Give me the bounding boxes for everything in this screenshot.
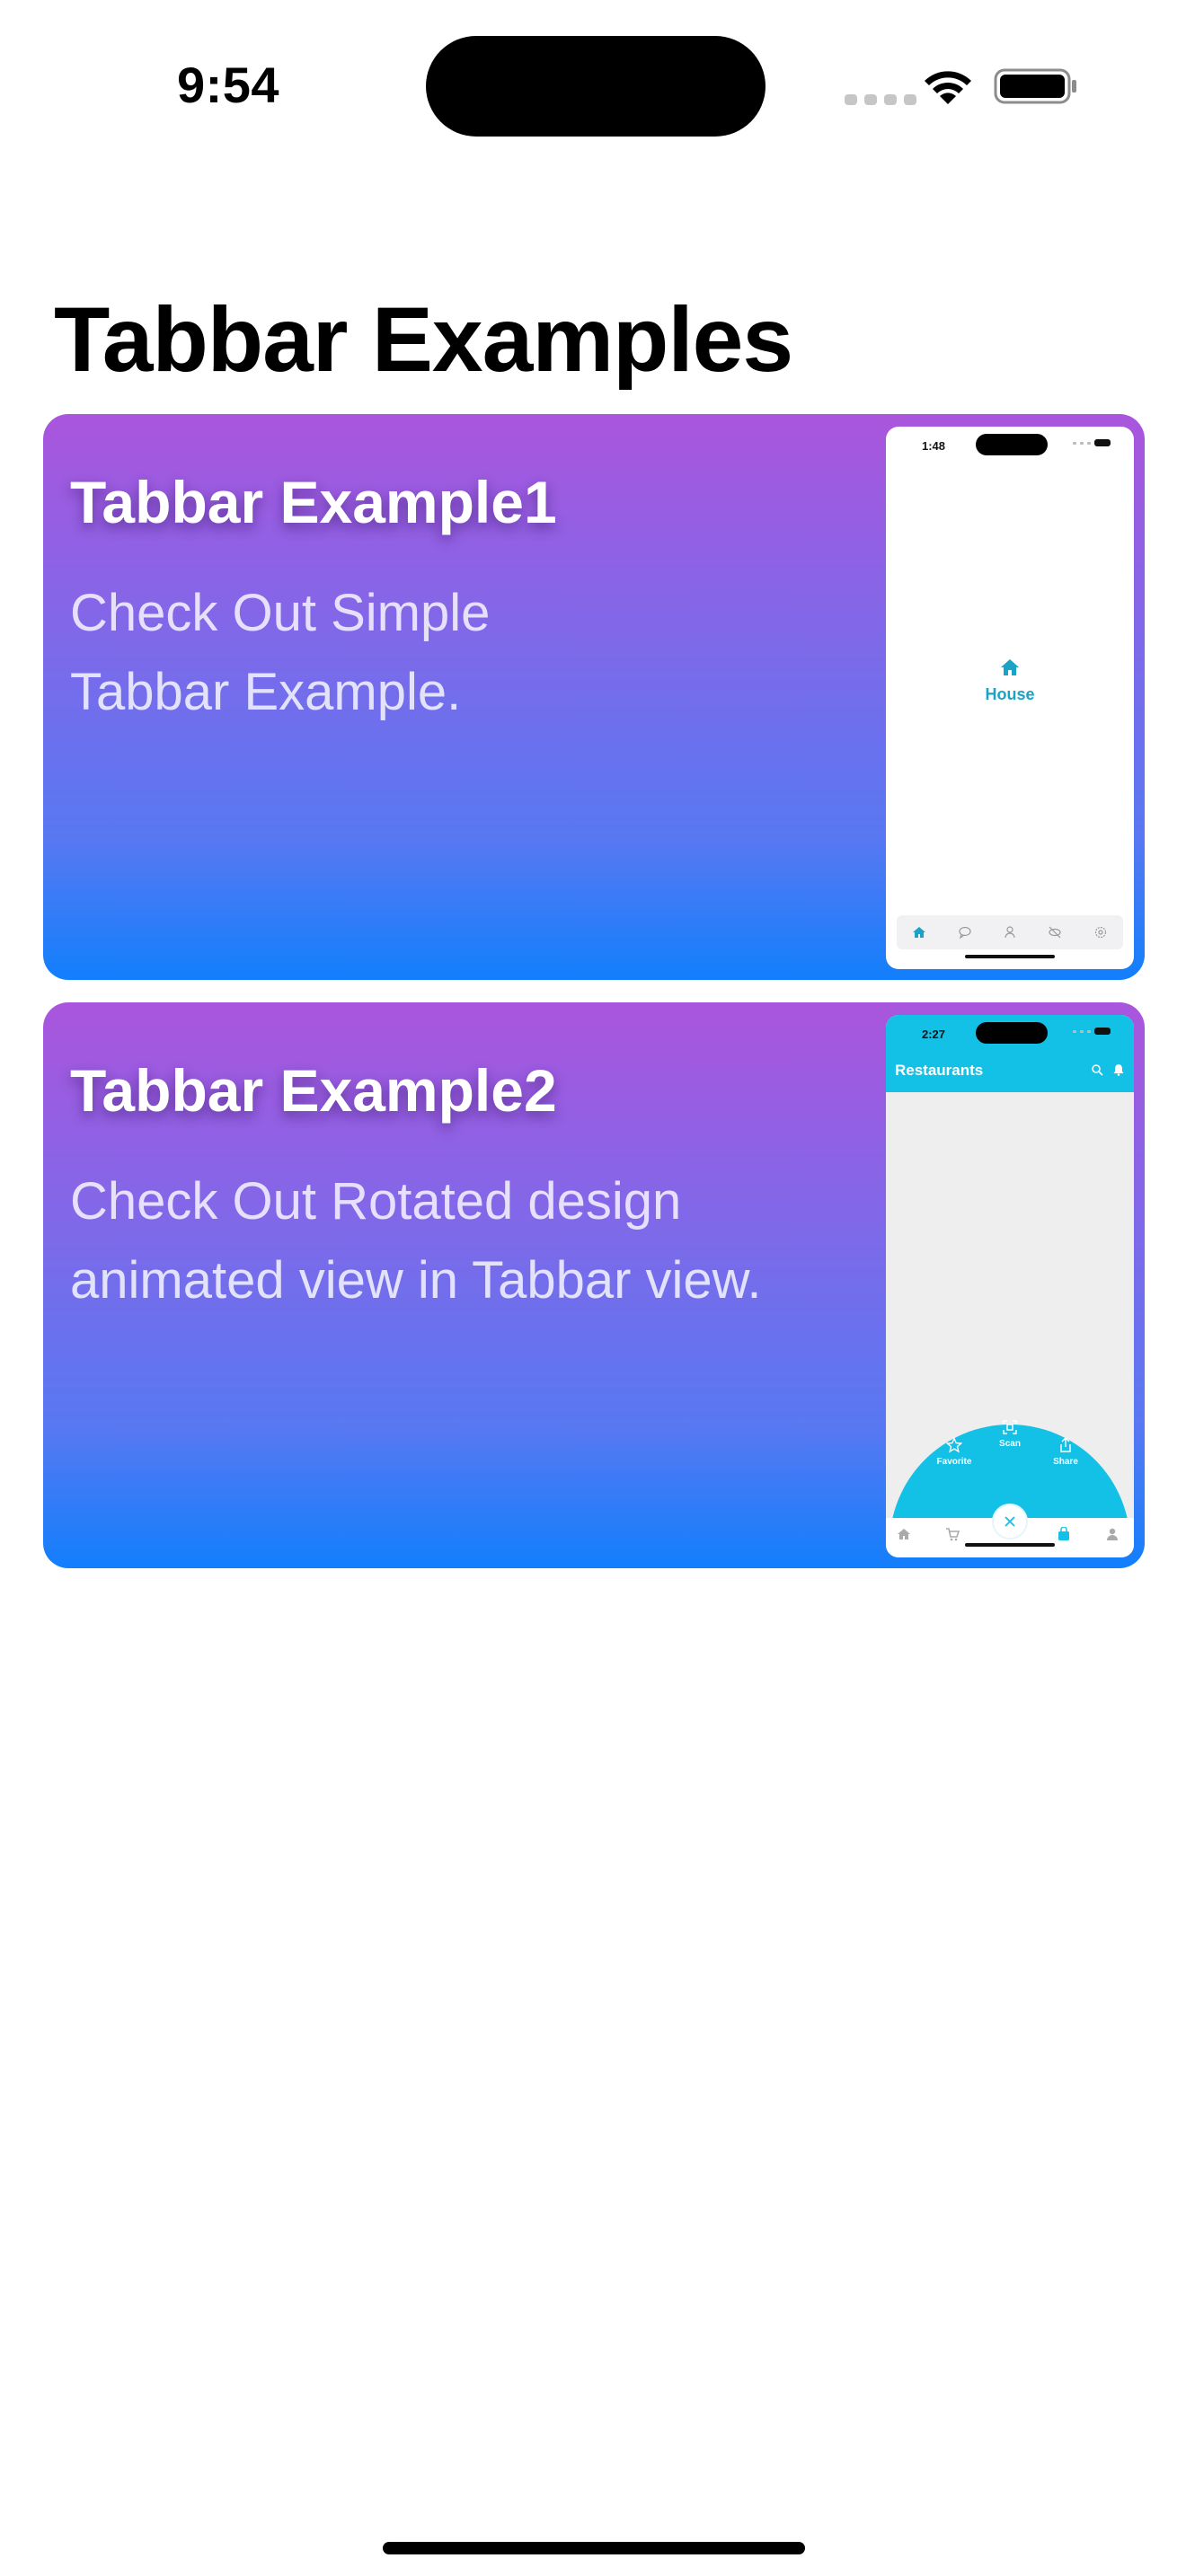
scan-icon <box>1003 1420 1017 1434</box>
battery-icon <box>994 68 1076 104</box>
card-description: Check Out Simple Tabbar Example. <box>70 584 491 721</box>
star-icon <box>946 1437 962 1453</box>
close-icon <box>1005 1516 1015 1527</box>
preview-status-icons <box>1073 439 1111 446</box>
house-icon <box>912 925 926 940</box>
preview-center-label: House <box>985 685 1035 703</box>
fan-item-share: Share <box>1039 1437 1093 1467</box>
card-description: Check Out Rotated design animated view i… <box>70 1172 762 1310</box>
preview-time: 1:48 <box>922 439 946 453</box>
close-button <box>992 1504 1028 1539</box>
eye-slash-icon <box>1048 925 1062 940</box>
preview-screenshot: 1:48 House <box>886 427 1134 969</box>
fan-item-scan: Scan <box>983 1419 1037 1449</box>
card-title: Tabbar Example1 <box>70 469 557 535</box>
bag-icon <box>1058 1527 1069 1540</box>
preview-dynamic-island <box>976 1022 1048 1044</box>
cellular-signal-icon <box>845 94 916 105</box>
bell-icon <box>1113 1064 1124 1076</box>
dynamic-island <box>426 36 766 137</box>
status-time: 9:54 <box>176 57 280 113</box>
share-icon <box>1060 1437 1071 1452</box>
preview-status-icons <box>1073 1028 1111 1035</box>
chat-bubble-icon <box>958 925 972 940</box>
preview-dynamic-island <box>976 434 1048 455</box>
preview-home-indicator <box>965 1543 1055 1547</box>
house-icon <box>1001 659 1019 675</box>
gear-icon <box>1093 925 1108 940</box>
page-title: Tabbar Examples <box>54 288 793 391</box>
preview-tabbar <box>897 915 1123 949</box>
search-icon <box>1092 1064 1103 1076</box>
fan-item-favorite: Favorite <box>927 1437 981 1467</box>
home-icon <box>898 1529 910 1539</box>
preview-screenshot: 2:27 Restaurants Favorite Scan Share <box>886 1015 1134 1557</box>
person-icon <box>1107 1528 1118 1540</box>
wifi-icon <box>925 71 971 104</box>
preview-header-title: Restaurants <box>895 1062 984 1079</box>
card-title: Tabbar Example2 <box>70 1057 557 1124</box>
cart-icon <box>946 1528 960 1541</box>
preview-home-indicator <box>965 955 1055 958</box>
person-icon <box>1003 925 1017 940</box>
tabbar-example1-card[interactable]: Tabbar Example1 Check Out Simple Tabbar … <box>43 414 1145 980</box>
preview-time: 2:27 <box>922 1028 946 1041</box>
home-indicator <box>383 2542 805 2554</box>
tabbar-example2-card[interactable]: Tabbar Example2 Check Out Rotated design… <box>43 1002 1145 1568</box>
